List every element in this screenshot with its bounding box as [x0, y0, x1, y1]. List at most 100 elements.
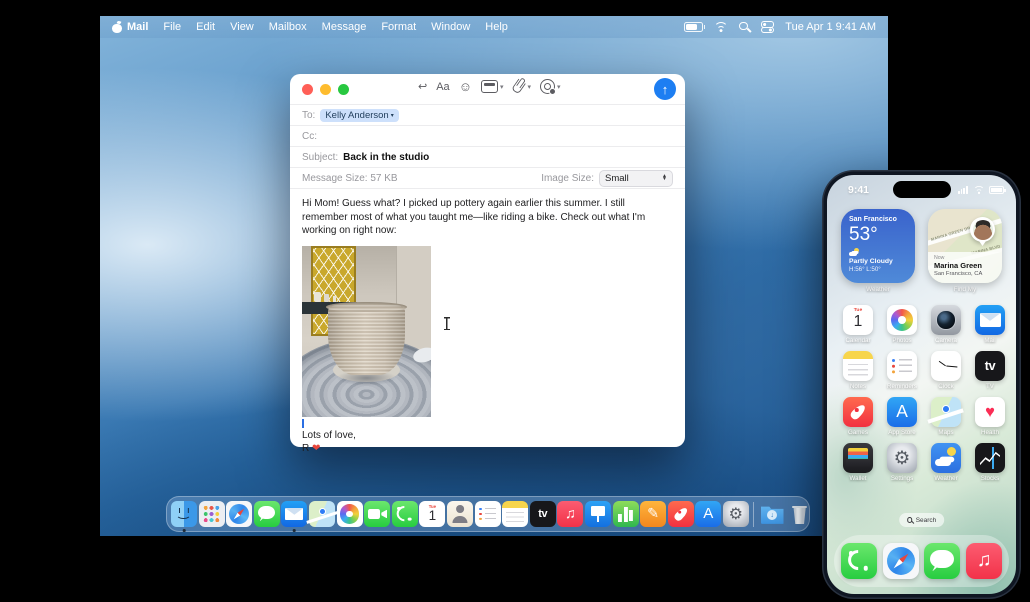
app-label: Wallet: [849, 475, 867, 482]
dock-icon-appstore[interactable]: A: [695, 501, 722, 527]
iphone-app-stocks[interactable]: Stocks: [968, 443, 1012, 482]
menu-item-window[interactable]: Window: [431, 21, 470, 33]
attach-button[interactable]: ▾: [511, 78, 531, 95]
search-icon[interactable]: [739, 21, 750, 33]
findmy-location: San Francisco, CA: [934, 270, 983, 277]
iphone-app-calendar[interactable]: Tue 1 Calendar: [836, 305, 880, 344]
iphone-app-icon-games[interactable]: [843, 397, 873, 427]
dock-icon-launchpad[interactable]: [198, 501, 225, 527]
iphone-app-icon-weather[interactable]: [931, 443, 961, 473]
send-button[interactable]: ↑: [654, 78, 676, 100]
message-body[interactable]: Hi Mom! Guess what? I picked up pottery …: [290, 188, 685, 456]
dock-icon-phone[interactable]: [391, 501, 418, 527]
iphone-app-icon-stocks[interactable]: [975, 443, 1005, 473]
dock-icon-numbers[interactable]: [612, 501, 639, 527]
weather-widget[interactable]: San Francisco 53° Partly Cloudy H:56° L:…: [840, 209, 916, 293]
dock-icon-settings[interactable]: ⚙: [722, 501, 749, 527]
iphone-app-wallet[interactable]: Wallet: [836, 443, 880, 482]
menu-item-mailbox[interactable]: Mailbox: [269, 21, 307, 33]
dock-icon-maps[interactable]: [308, 501, 335, 527]
photo-browser-button[interactable]: ▾: [480, 80, 503, 93]
dock-icon-calendar[interactable]: Tue 1: [419, 501, 446, 527]
zoom-button[interactable]: [338, 84, 349, 95]
iphone-app-photos[interactable]: Photos: [880, 305, 924, 344]
iphone-app-icon-settings[interactable]: ⚙: [887, 443, 917, 473]
iphone-app-maps[interactable]: Maps: [924, 397, 968, 436]
iphone-app-health[interactable]: ♥ Health: [968, 397, 1012, 436]
insert-from-iphone-button[interactable]: ▾: [540, 79, 561, 95]
iphone-dock-icon-safari[interactable]: [882, 543, 919, 579]
iphone-app-icon-reminders[interactable]: [887, 351, 917, 381]
menu-item-help[interactable]: Help: [485, 21, 508, 33]
iphone-app-weather[interactable]: Weather: [924, 443, 968, 482]
menu-item-file[interactable]: File: [163, 21, 181, 33]
dock-icon-tv[interactable]: tv: [529, 501, 556, 527]
dock-icon-music[interactable]: ♫: [557, 501, 584, 527]
menu-item-mail[interactable]: Mail: [127, 21, 148, 33]
iphone-app-icon-calendar[interactable]: Tue 1: [843, 305, 873, 335]
dock-icon-pages[interactable]: ✎: [640, 501, 667, 527]
pages-glyph-icon: ✎: [647, 505, 660, 522]
dock-icon-games[interactable]: [667, 501, 694, 527]
iphone-app-tv[interactable]: tv TV: [968, 351, 1012, 390]
dock-icon-notes[interactable]: [502, 501, 529, 527]
iphone-app-games[interactable]: Games: [836, 397, 880, 436]
to-field[interactable]: To: Kelly Anderson ▾: [290, 104, 685, 125]
iphone-app-camera[interactable]: Camera: [924, 305, 968, 344]
iphone-dock-icon-music[interactable]: ♫: [966, 543, 1003, 579]
iphone-app-icon-clock[interactable]: [931, 351, 961, 381]
iphone-app-icon-photos[interactable]: [887, 305, 917, 335]
undo-button[interactable]: ↩: [418, 80, 427, 93]
battery-icon[interactable]: [684, 22, 706, 32]
format-button[interactable]: Aa: [436, 81, 449, 93]
iphone-app-icon-appstore[interactable]: A: [887, 397, 917, 427]
dock-icon-contacts[interactable]: [446, 501, 473, 527]
iphone-app-appstore[interactable]: A App Store: [880, 397, 924, 436]
dock-icon-messages[interactable]: [253, 501, 280, 527]
subject-field[interactable]: Subject: Back in the studio: [290, 146, 685, 167]
iphone-dock-icon-phone[interactable]: [840, 543, 877, 579]
dock-icon-photos[interactable]: [336, 501, 363, 527]
minimize-button[interactable]: [320, 84, 331, 95]
iphone-app-icon-mail[interactable]: [975, 305, 1005, 335]
recipient-token[interactable]: Kelly Anderson ▾: [320, 108, 399, 122]
iphone-app-mail[interactable]: Mail: [968, 305, 1012, 344]
dock-icon-mail[interactable]: [281, 501, 308, 532]
pottery-photo[interactable]: [302, 245, 431, 417]
dock-icon-trash[interactable]: [787, 501, 813, 527]
dock-icon-finder[interactable]: [171, 501, 197, 532]
menu-item-view[interactable]: View: [230, 21, 254, 33]
menu-item-message[interactable]: Message: [322, 21, 367, 33]
to-label: To:: [302, 109, 316, 121]
iphone-app-icon-tv[interactable]: tv: [975, 351, 1005, 381]
iphone-app-icon-health[interactable]: ♥: [975, 397, 1005, 427]
calendar-day-number: 1: [428, 508, 437, 524]
wifi-icon[interactable]: [714, 22, 729, 32]
iphone-app-reminders[interactable]: Reminders: [880, 351, 924, 390]
iphone-app-icon-maps[interactable]: [931, 397, 961, 427]
iphone-app-icon-notes[interactable]: [843, 351, 873, 381]
iphone-app-settings[interactable]: ⚙ Settings: [880, 443, 924, 482]
emoji-button[interactable]: ☺: [459, 79, 472, 94]
appstore-glyph-icon: A: [703, 505, 714, 523]
cc-field[interactable]: Cc:: [290, 125, 685, 146]
apple-menu-icon[interactable]: [112, 21, 123, 33]
image-size-select[interactable]: Small ▲ ▼: [599, 169, 673, 187]
iphone-app-notes[interactable]: Notes: [836, 351, 880, 390]
iphone-app-clock[interactable]: Clock: [924, 351, 968, 390]
dock-icon-facetime[interactable]: [364, 501, 391, 527]
close-button[interactable]: [302, 84, 313, 95]
control-center-icon[interactable]: [761, 21, 775, 33]
menu-clock[interactable]: Tue Apr 1 9:41 AM: [785, 21, 876, 33]
dock-icon-reminders[interactable]: [474, 501, 501, 527]
menu-item-edit[interactable]: Edit: [196, 21, 215, 33]
iphone-app-icon-wallet[interactable]: [843, 443, 873, 473]
dock-icon-downloads[interactable]: [759, 501, 785, 527]
dock-icon-safari[interactable]: [226, 501, 253, 527]
spotlight-search[interactable]: Search: [898, 513, 945, 527]
findmy-widget[interactable]: MARINA GREEN DR MARINA BLVD Now Marina G…: [927, 209, 1003, 293]
menu-item-format[interactable]: Format: [381, 21, 416, 33]
iphone-app-icon-camera[interactable]: [931, 305, 961, 335]
iphone-dock-icon-messages[interactable]: [924, 543, 961, 579]
dock-icon-keynote[interactable]: [584, 501, 611, 527]
